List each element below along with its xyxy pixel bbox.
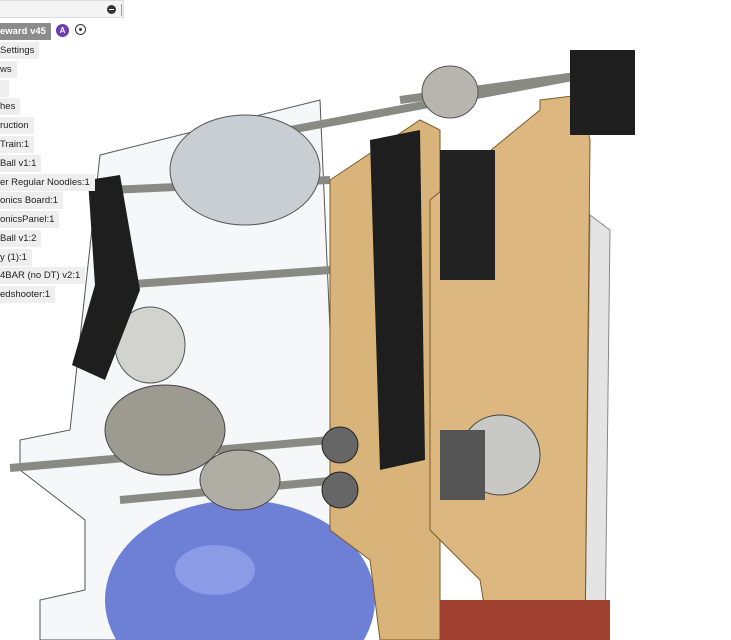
floor-frame <box>440 600 610 640</box>
root-component[interactable]: eward v45 <box>0 23 51 40</box>
tree-item[interactable]: 4BAR (no DT) v2:1 <box>0 267 86 284</box>
user-avatar-icon: A <box>56 24 69 37</box>
flywheel <box>421 65 479 119</box>
tree-item[interactable]: Ball v1:2 <box>0 230 42 247</box>
tree-item[interactable]: edshooter:1 <box>0 286 56 303</box>
ball-highlight <box>175 545 255 595</box>
tree-item[interactable]: er Regular Noodles:1 <box>0 174 95 191</box>
activate-target-icon[interactable] <box>75 24 86 35</box>
collapse-icon[interactable] <box>107 5 116 14</box>
gear <box>321 426 359 464</box>
tree-item[interactable] <box>0 80 9 97</box>
tree-item[interactable]: ruction <box>0 117 34 134</box>
tree-item[interactable]: y (1):1 <box>0 249 32 266</box>
roller <box>169 114 321 226</box>
motor-gearbox-right <box>440 430 485 500</box>
tree-item[interactable]: Ball v1:1 <box>0 155 42 172</box>
motor-gearbox <box>104 384 226 476</box>
gear-rack <box>440 150 495 280</box>
tree-item[interactable]: ws <box>0 61 17 78</box>
tree-item[interactable]: Train:1 <box>0 136 35 153</box>
tree-item[interactable]: Settings <box>0 42 40 59</box>
3d-viewport[interactable] <box>0 0 731 640</box>
divider <box>121 4 122 16</box>
motor-mount <box>570 50 635 135</box>
tree-item[interactable]: onics Board:1 <box>0 192 64 209</box>
gear <box>321 471 359 509</box>
browser-header <box>0 0 124 18</box>
tree-item[interactable]: onicsPanel:1 <box>0 211 60 228</box>
pulley <box>199 449 281 511</box>
tree-item[interactable]: hes <box>0 98 21 115</box>
